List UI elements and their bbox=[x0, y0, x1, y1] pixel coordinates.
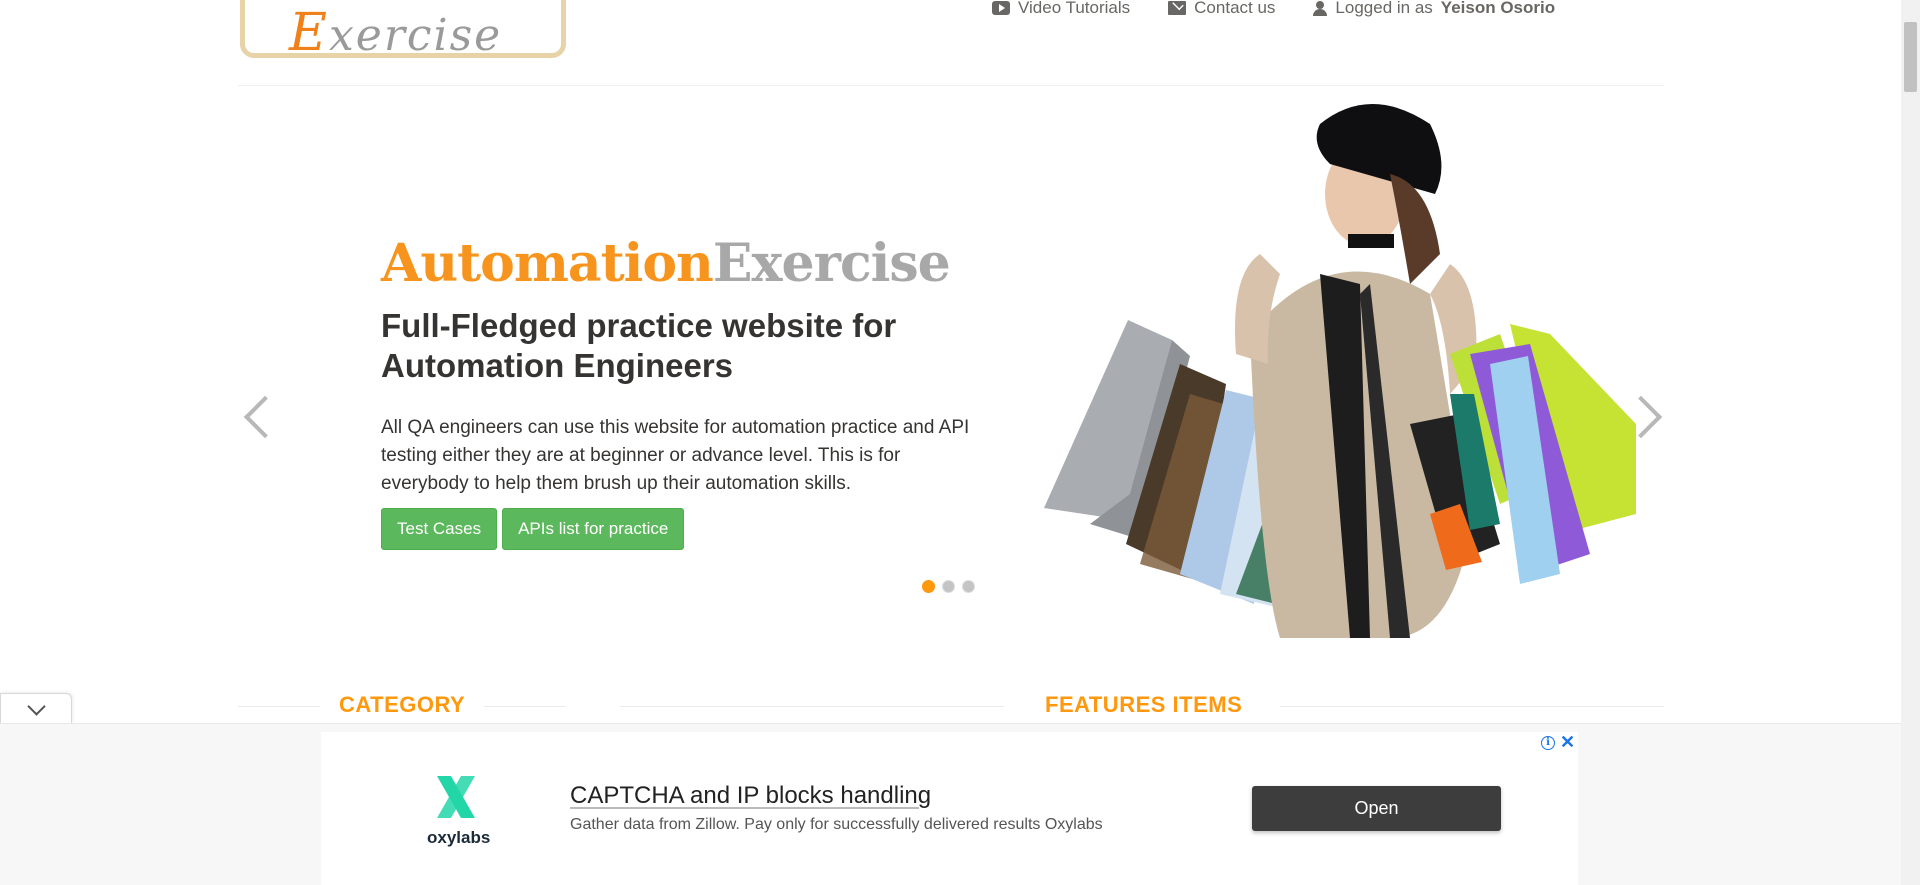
features-items-heading: FEATURES ITEMS bbox=[1045, 692, 1243, 717]
logo-text: Exercise bbox=[289, 3, 503, 58]
user-icon bbox=[1313, 1, 1328, 16]
features-line-right bbox=[1280, 706, 1664, 707]
ad-info-icon[interactable]: i bbox=[1541, 736, 1555, 750]
header-divider bbox=[238, 85, 1664, 86]
oxylabs-logo-text: oxylabs bbox=[427, 828, 491, 847]
ad-collapse-chevron-icon[interactable] bbox=[0, 693, 72, 723]
slider-dot-2[interactable] bbox=[942, 580, 955, 593]
site-logo[interactable]: Exercise bbox=[240, 0, 566, 58]
ad-subtitle: Gather data from Zillow. Pay only for su… bbox=[570, 816, 1103, 833]
slider-dot-3[interactable] bbox=[962, 580, 975, 593]
slider-prev-arrow-icon[interactable] bbox=[240, 392, 270, 442]
top-nav: Video Tutorials Contact us Logged in as … bbox=[992, 0, 1555, 18]
slider-dot-1[interactable] bbox=[922, 580, 935, 593]
slide-brand-heading: AutomationExercise bbox=[381, 233, 951, 294]
category-heading: CATEGORY bbox=[339, 692, 466, 717]
test-cases-button[interactable]: Test Cases bbox=[381, 508, 498, 550]
nav-logged-in-user[interactable]: Logged in as Yeison Osorio bbox=[1313, 0, 1555, 18]
apis-list-button[interactable]: APIs list for practice bbox=[502, 508, 685, 550]
youtube-icon bbox=[992, 1, 1010, 15]
scrollbar-thumb[interactable] bbox=[1904, 22, 1917, 92]
username: Yeison Osorio bbox=[1440, 0, 1556, 17]
envelope-icon bbox=[1168, 1, 1187, 15]
slider-next-arrow-icon[interactable] bbox=[1632, 392, 1662, 442]
nav-contact-us[interactable]: Contact us bbox=[1168, 0, 1275, 18]
ad-title-link[interactable]: CAPTCHA and IP blocks handling bbox=[570, 782, 931, 810]
slide-description: All QA engineers can use this website fo… bbox=[381, 417, 970, 494]
slide-title: Full-Fledged practice website for Automat… bbox=[381, 307, 897, 384]
ad-close-icon[interactable]: ✕ bbox=[1560, 732, 1575, 753]
features-line-left bbox=[620, 706, 1004, 707]
category-line-left bbox=[238, 706, 320, 707]
nav-video-tutorials[interactable]: Video Tutorials bbox=[992, 0, 1130, 18]
category-line-right bbox=[484, 706, 566, 707]
ad-open-button[interactable]: Open bbox=[1252, 786, 1501, 831]
page-scrollbar[interactable] bbox=[1901, 0, 1920, 885]
ad-banner[interactable]: oxylabs CAPTCHA and IP blocks handling G… bbox=[321, 732, 1578, 885]
oxylabs-logo-icon bbox=[437, 776, 475, 818]
hero-image-girl-with-shopping-bags bbox=[1030, 94, 1636, 638]
slide-content: AutomationExercise Full-Fledged practice… bbox=[381, 232, 981, 550]
slider-indicators bbox=[922, 580, 975, 593]
